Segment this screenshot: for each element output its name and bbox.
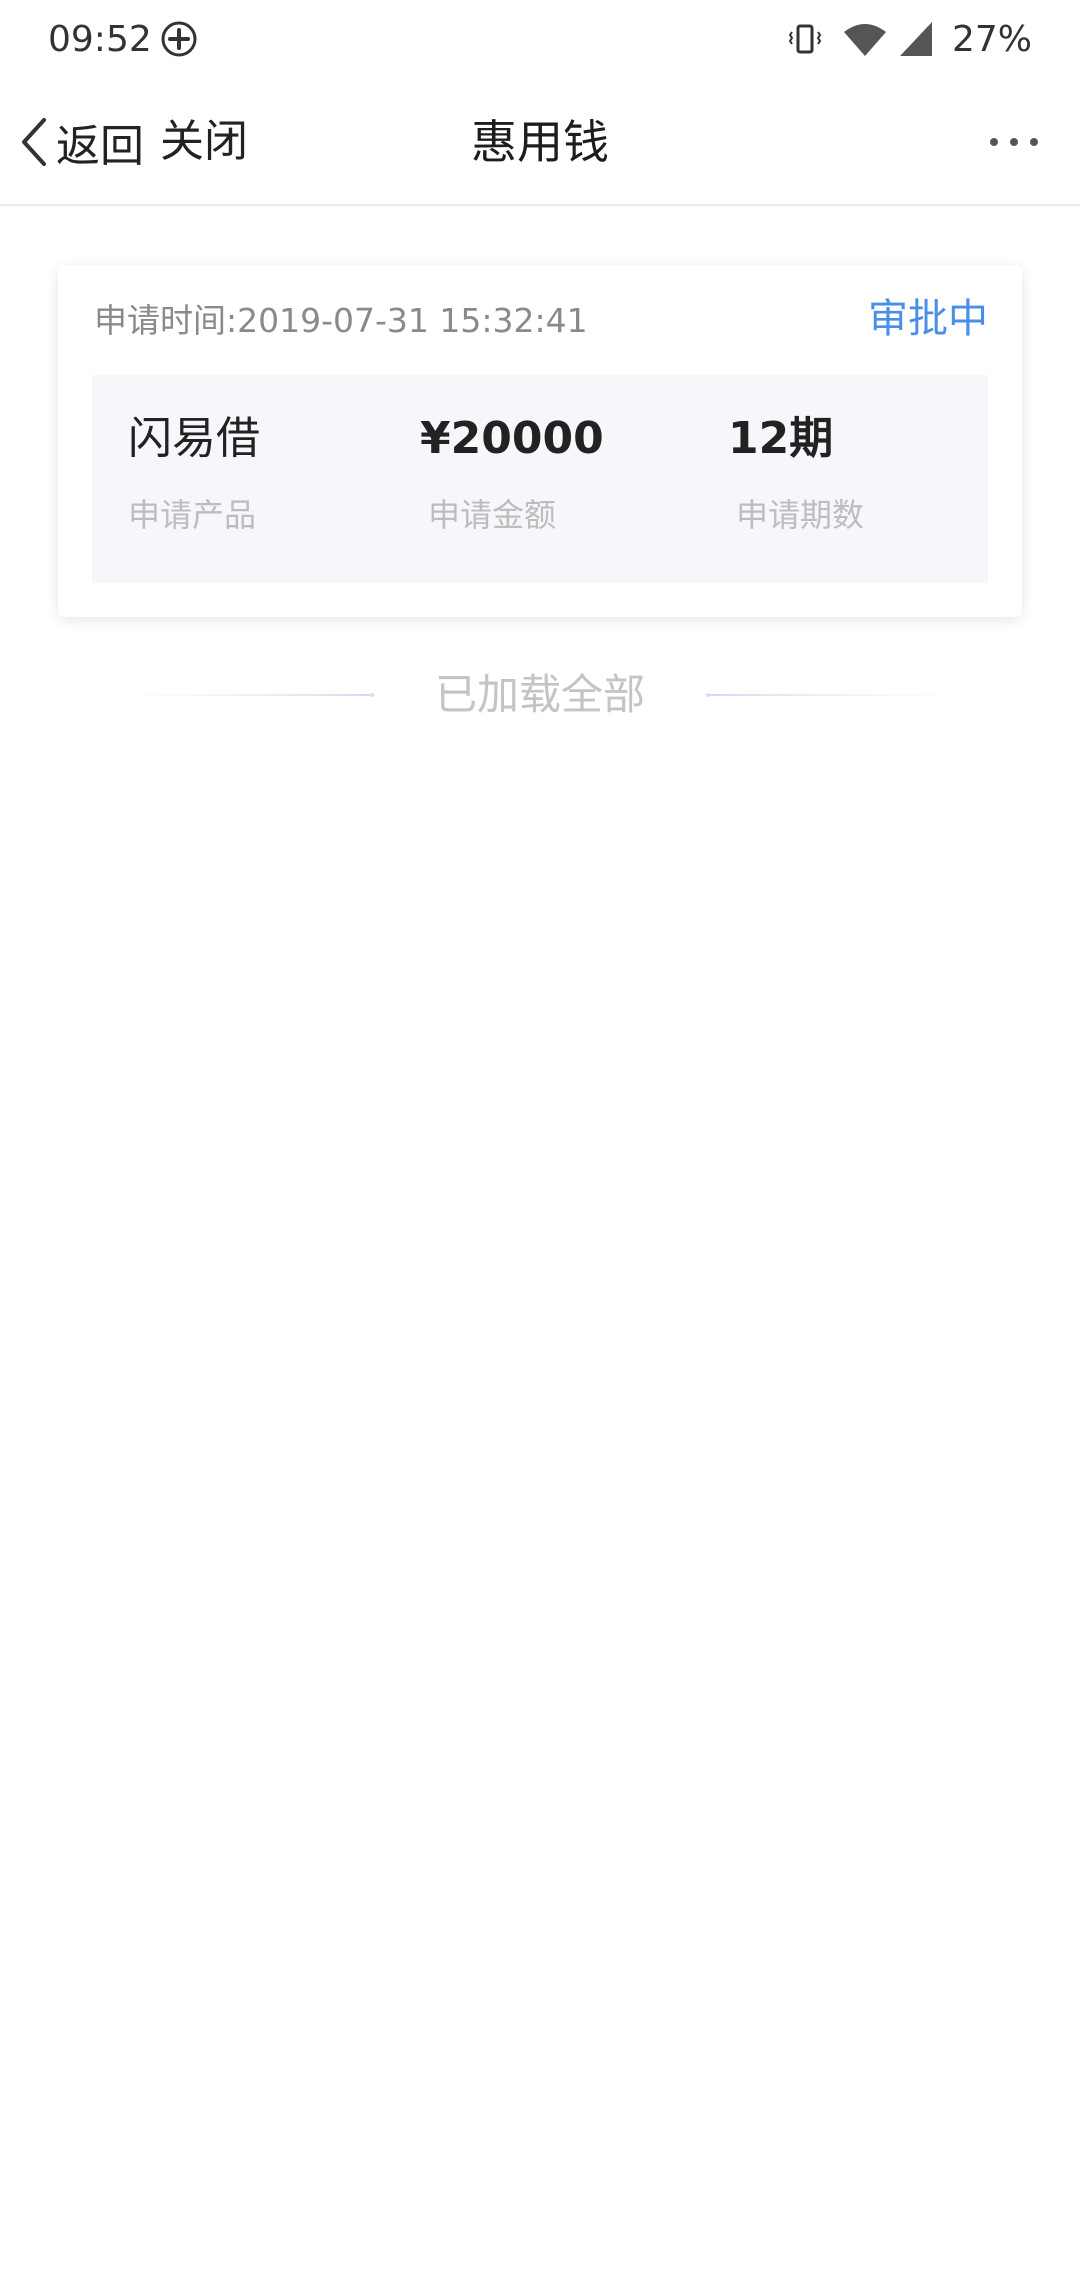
application-time: 申请时间:2019-07-31 15:32:41 <box>94 301 588 340</box>
status-bar: 09:52 27% <box>0 0 1080 80</box>
status-badge: 审批中 <box>868 296 988 342</box>
app-plus-icon <box>161 21 197 57</box>
vibrate-icon <box>788 24 822 54</box>
product-label: 申请产品 <box>128 496 257 534</box>
status-time: 09:52 <box>48 19 152 60</box>
page: 09:52 27% 返回 关闭 惠用钱 申请时间:2019-07-31 15:3… <box>0 0 1080 2280</box>
more-dots-icon[interactable] <box>984 124 1044 160</box>
battery-percent: 27% <box>952 19 1033 60</box>
divider-right <box>705 693 970 697</box>
signal-icon <box>900 22 932 56</box>
wifi-icon <box>844 24 886 56</box>
periods-label: 申请期数 <box>736 496 865 534</box>
chevron-left-icon <box>22 118 46 166</box>
close-button[interactable]: 关闭 <box>160 110 248 174</box>
application-info: 闪易借 申请产品 ¥20000 申请金额 12期 申请期数 <box>92 375 988 583</box>
application-card[interactable]: 申请时间:2019-07-31 15:32:41 审批中 闪易借 申请产品 ¥2… <box>58 265 1022 617</box>
product-value: 闪易借 <box>128 413 260 464</box>
amount-value: ¥20000 <box>420 413 604 464</box>
periods-value: 12期 <box>728 413 834 464</box>
amount-label: 申请金额 <box>428 496 557 534</box>
nav-bar: 返回 关闭 惠用钱 <box>0 80 1080 206</box>
back-label: 返回 <box>56 121 144 172</box>
loaded-all-footer: 已加载全部 <box>0 665 1080 725</box>
page-title: 惠用钱 <box>471 115 609 169</box>
back-button[interactable]: 返回 <box>16 110 144 174</box>
